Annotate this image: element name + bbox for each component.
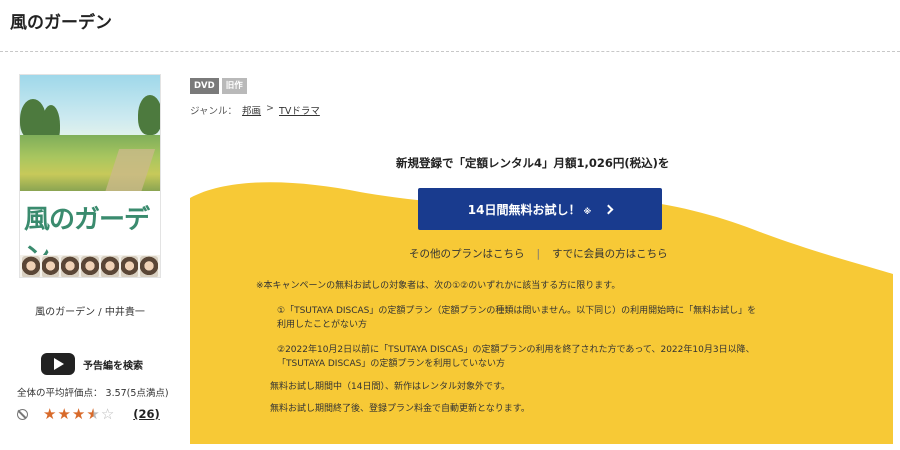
average-rating-text: 全体の平均評価点： 3.57(5点満点) bbox=[17, 388, 169, 399]
cover-caption: 風のガーデン / 中井貴一 bbox=[35, 307, 145, 318]
empty-star-icon: ☆ bbox=[100, 404, 115, 423]
campaign-headline: 新規登録で「定額レンタル4」月額1,026円(税込)を bbox=[396, 156, 670, 170]
old-release-badge: 旧作 bbox=[221, 78, 247, 94]
free-trial-button[interactable]: 14日間無料お試し！ ※ bbox=[418, 188, 662, 230]
plan-links: その他のプランはこちら | すでに会員の方はこちら bbox=[409, 246, 668, 261]
genre-label: ジャンル： bbox=[190, 106, 238, 117]
page-title: 風のガーデン bbox=[10, 13, 112, 33]
star-icon: ★ bbox=[57, 404, 71, 423]
cast-strip bbox=[20, 255, 160, 277]
genre-link-japanese-film[interactable]: 邦画 bbox=[242, 103, 261, 117]
genre-breadcrumb: ジャンル： 邦画 > TVドラマ bbox=[190, 103, 320, 117]
link-separator: | bbox=[536, 247, 541, 260]
note-line: ②2022年10月2日以前に「TSUTAYA DISCAS」の定額プランの利用を… bbox=[277, 345, 755, 355]
star-rating: ★ ★ ★ ★ ☆ bbox=[43, 404, 115, 423]
other-plans-link[interactable]: その他のプランはこちら bbox=[409, 246, 525, 261]
note-line: 利用したことがない方 bbox=[277, 320, 368, 330]
format-tags: DVD 旧作 bbox=[190, 78, 247, 94]
note-line: ①「TSUTAYA DISCAS」の定額プラン（定額プランの種類は問いません。以… bbox=[277, 306, 757, 316]
half-star-icon: ★ bbox=[86, 404, 100, 423]
free-trial-note: ※ bbox=[583, 206, 592, 216]
trailer-label[interactable]: 予告編を検索 bbox=[83, 357, 143, 372]
chevron-right-icon bbox=[603, 204, 614, 214]
star-icon: ★ bbox=[71, 404, 86, 423]
dvd-badge: DVD bbox=[190, 78, 219, 94]
genre-link-tv-drama[interactable]: TVドラマ bbox=[279, 103, 320, 117]
title-divider bbox=[0, 51, 900, 52]
note-line: 「TSUTAYA DISCAS」の定額プランを利用していない方 bbox=[277, 359, 506, 369]
note-line: ※本キャンペーンの無料お試しの対象者は、次の①②のいずれかに該当する方に限ります… bbox=[256, 281, 621, 291]
free-trial-label: 14日間無料お試し！ bbox=[467, 202, 581, 217]
play-icon[interactable] bbox=[41, 353, 75, 375]
review-count-link[interactable]: (26) bbox=[133, 407, 160, 421]
breadcrumb-separator: > bbox=[266, 103, 275, 114]
note-line: 無料お試し期間終了後、登録プラン料金で自動更新となります。 bbox=[270, 404, 530, 414]
trailer-search-button[interactable]: 予告編を検索 bbox=[41, 353, 143, 375]
member-login-link[interactable]: すでに会員の方はこちら bbox=[552, 246, 668, 261]
cover-image[interactable]: 風のガーデン bbox=[19, 74, 161, 278]
ban-icon[interactable] bbox=[17, 408, 28, 420]
star-icon: ★ bbox=[43, 404, 57, 423]
rating-row: ★ ★ ★ ★ ☆ (26) bbox=[17, 404, 167, 424]
note-line: 無料お試し期間中（14日間）、新作はレンタル対象外です。 bbox=[270, 382, 511, 392]
